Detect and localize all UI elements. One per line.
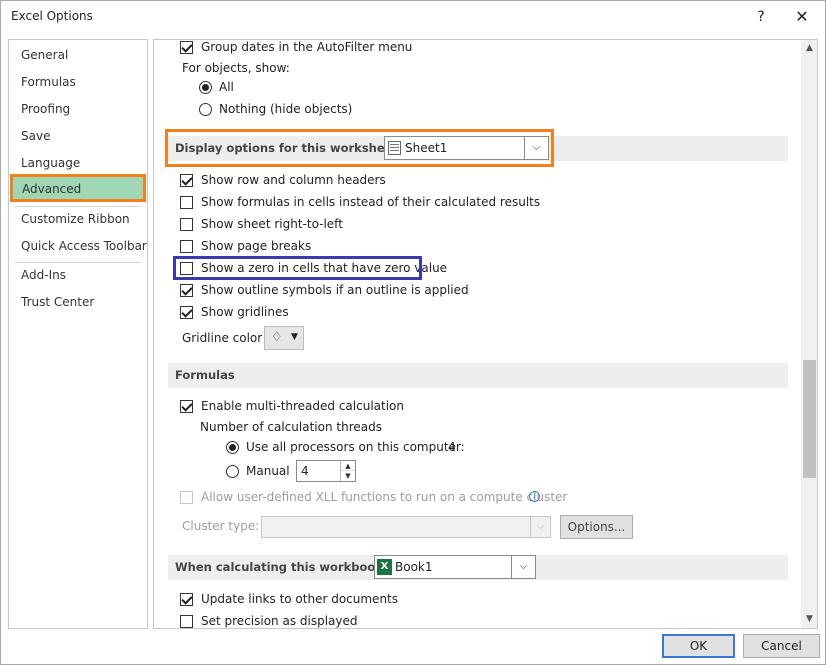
formulas-section-header: Formulas (168, 363, 788, 388)
sidebar-item-trust-center[interactable]: Trust Center (21, 295, 94, 309)
outline-symbols-label: Show outline symbols if an outline is ap… (201, 283, 469, 297)
excel-options-dialog: Excel Options ? ✕ General Formulas Proof… (0, 0, 826, 665)
group-dates-label: Group dates in the AutoFilter menu (201, 40, 413, 54)
sidebar-item-general[interactable]: General (21, 48, 68, 62)
right-to-left-checkbox[interactable] (180, 218, 193, 231)
show-headers-label: Show row and column headers (201, 173, 386, 187)
excel-icon: X (377, 559, 392, 575)
cluster-type-label: Cluster type: (182, 519, 260, 533)
sidebar-item-quick-access-toolbar[interactable]: Quick Access Toolbar (21, 239, 147, 253)
objects-all-label: All (219, 80, 234, 94)
spinner-buttons: ▲ ▼ (340, 461, 355, 481)
info-icon[interactable]: i (529, 491, 540, 502)
xll-cluster-label: Allow user-defined XLL functions to run … (201, 490, 568, 504)
cluster-type-select[interactable]: ⌵ (261, 516, 551, 538)
workbook-select-value: Book1 (395, 560, 433, 574)
sidebar-item-language[interactable]: Language (21, 156, 80, 170)
title-bar: Excel Options ? ✕ (1, 1, 825, 33)
help-icon[interactable]: ? (750, 6, 772, 28)
spinner-down-icon[interactable]: ▼ (341, 471, 355, 481)
processor-count: 4 (448, 440, 456, 454)
sidebar-item-formulas[interactable]: Formulas (21, 75, 76, 89)
group-dates-checkbox[interactable] (180, 41, 193, 54)
xll-cluster-checkbox[interactable] (180, 491, 193, 504)
cluster-options-button[interactable]: Options... (560, 515, 633, 539)
chevron-down-icon[interactable]: ⌵ (530, 517, 550, 537)
ok-button[interactable]: OK (662, 634, 735, 658)
right-to-left-label: Show sheet right-to-left (201, 217, 343, 231)
show-formulas-checkbox[interactable] (180, 196, 193, 209)
multithreaded-checkbox[interactable] (180, 400, 193, 413)
paint-bucket-icon: ♢ (271, 330, 283, 345)
workbook-calc-title: When calculating this workbook: (175, 560, 388, 574)
outline-symbols-checkbox[interactable] (180, 284, 193, 297)
sidebar-item-advanced[interactable]: Advanced (10, 174, 146, 202)
manual-threads-spinner[interactable]: 4 ▲ ▼ (296, 460, 356, 482)
caret-down-icon: ▼ (291, 332, 298, 342)
page-breaks-label: Show page breaks (201, 239, 312, 253)
scrollbar-thumb[interactable] (803, 360, 816, 478)
window-title: Excel Options (11, 9, 93, 23)
options-content: Group dates in the AutoFilter menu For o… (153, 39, 818, 629)
gridline-color-label: Gridline color (182, 331, 263, 345)
sidebar-item-advanced-label: Advanced (22, 182, 82, 196)
show-formulas-label: Show formulas in cells instead of their … (201, 195, 541, 209)
update-links-checkbox[interactable] (180, 593, 193, 606)
sidebar-item-proofing[interactable]: Proofing (21, 102, 70, 116)
sidebar-divider (15, 206, 141, 207)
use-all-processors-radio[interactable] (226, 441, 239, 454)
vertical-scrollbar[interactable]: ▲ ▼ (801, 40, 817, 628)
show-headers-checkbox[interactable] (180, 174, 193, 187)
spinner-up-icon[interactable]: ▲ (341, 461, 355, 471)
cancel-button[interactable]: Cancel (743, 634, 820, 658)
multithreaded-label: Enable multi-threaded calculation (201, 399, 404, 413)
close-icon[interactable]: ✕ (791, 6, 813, 28)
set-precision-checkbox[interactable] (180, 615, 193, 628)
objects-all-radio[interactable] (199, 81, 212, 94)
page-breaks-checkbox[interactable] (180, 240, 193, 253)
highlight-show-zero (173, 256, 422, 280)
workbook-select[interactable]: X Book1 ⌵ (374, 555, 536, 579)
gridlines-label: Show gridlines (201, 305, 289, 319)
gridline-color-button[interactable]: ♢ ▼ (264, 326, 304, 350)
manual-threads-radio[interactable] (226, 465, 239, 478)
chevron-down-icon[interactable]: ⌵ (511, 556, 535, 578)
highlight-display-options (165, 129, 554, 167)
gridlines-checkbox[interactable] (180, 306, 193, 319)
scroll-down-icon[interactable]: ▼ (801, 611, 817, 628)
for-objects-label: For objects, show: (182, 61, 290, 75)
objects-nothing-label: Nothing (hide objects) (219, 102, 353, 116)
scroll-up-icon[interactable]: ▲ (801, 40, 817, 57)
formulas-section-title: Formulas (175, 368, 235, 382)
manual-threads-value: 4 (301, 464, 309, 478)
use-all-processors-label: Use all processors on this computer: (246, 440, 465, 454)
objects-nothing-radio[interactable] (199, 103, 212, 116)
sidebar-item-save[interactable]: Save (21, 129, 50, 143)
manual-threads-label: Manual (246, 464, 290, 478)
threads-label: Number of calculation threads (200, 420, 382, 434)
set-precision-label: Set precision as displayed (201, 614, 358, 628)
sidebar-item-customize-ribbon[interactable]: Customize Ribbon (21, 212, 130, 226)
sidebar: General Formulas Proofing Save Language … (8, 39, 148, 629)
sidebar-divider (15, 262, 141, 263)
update-links-label: Update links to other documents (201, 592, 399, 606)
sidebar-item-add-ins[interactable]: Add-Ins (21, 268, 66, 282)
